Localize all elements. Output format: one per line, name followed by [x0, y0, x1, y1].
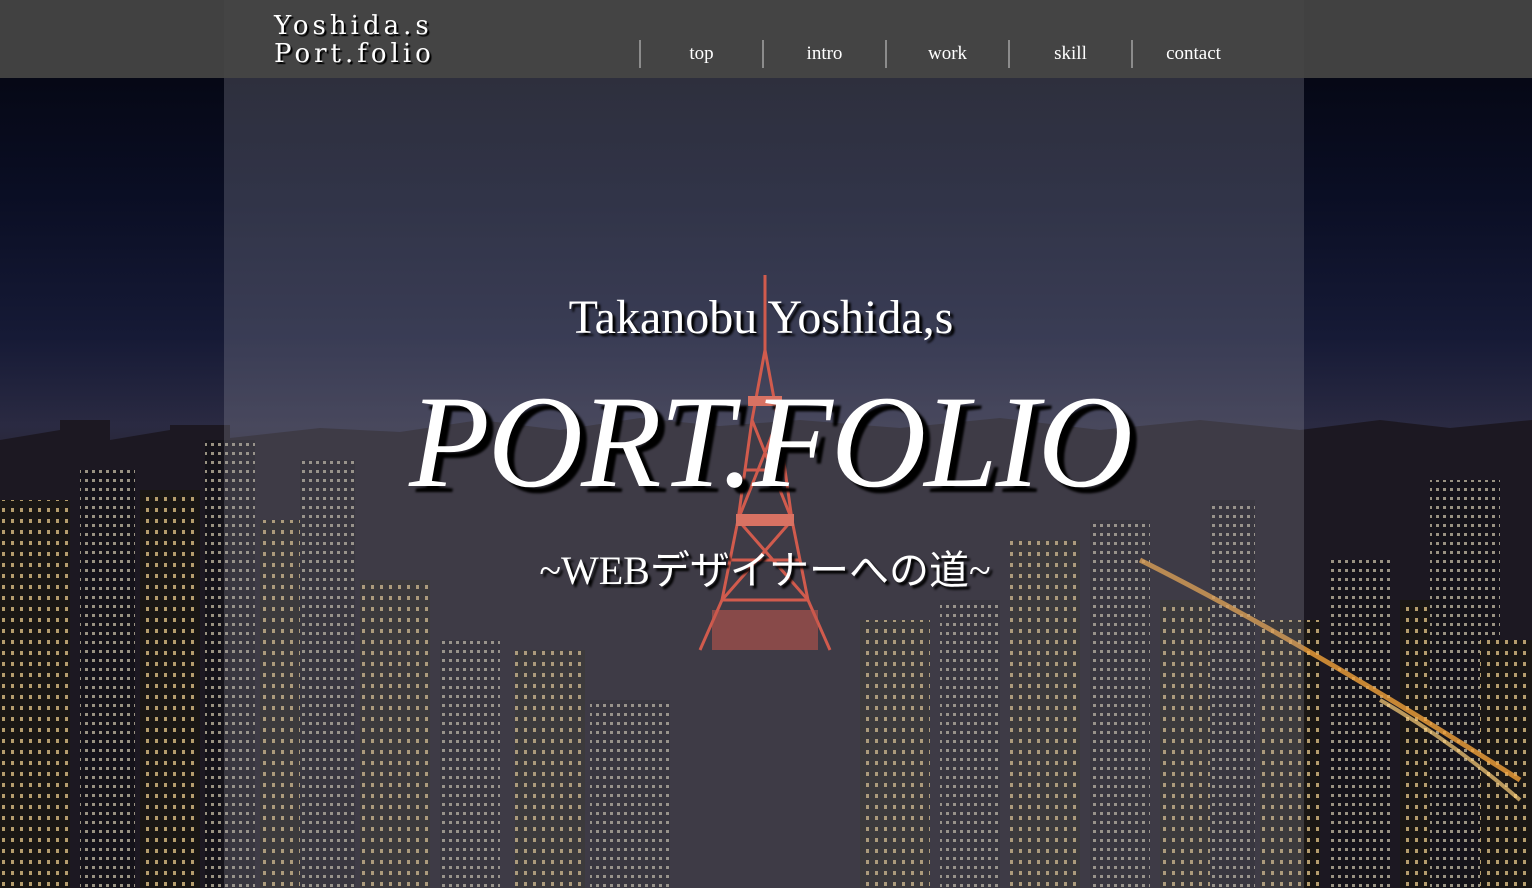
hero-subtitle-text: ~WEBデザイナーへの道~	[539, 548, 991, 593]
nav-item-skill[interactable]: skill	[1008, 40, 1131, 68]
header-inner: Yoshida.s Port.folio top intro work skil…	[224, 0, 1304, 78]
site-logo[interactable]: Yoshida.s Port.folio	[274, 12, 435, 68]
hero-title: PORT.FOLIO	[0, 372, 1532, 512]
logo-line-2: Port.folio	[274, 39, 435, 69]
nav-item-contact[interactable]: contact	[1131, 40, 1254, 68]
site-header: Yoshida.s Port.folio top intro work skil…	[0, 0, 1532, 78]
nav-item-work[interactable]: work	[885, 40, 1008, 68]
nav-item-top[interactable]: top	[639, 40, 762, 68]
hero-name: Takanobu Yoshida,s	[0, 290, 1532, 345]
hero-title-text: PORT.FOLIO	[409, 368, 1133, 515]
hero-name-text: Takanobu Yoshida,s	[568, 291, 954, 344]
main-nav: top intro work skill contact	[639, 40, 1254, 68]
nav-item-intro[interactable]: intro	[762, 40, 885, 68]
hero-subtitle: ~WEBデザイナーへの道~	[0, 538, 1532, 596]
logo-line-1: Yoshida.s	[274, 11, 433, 41]
